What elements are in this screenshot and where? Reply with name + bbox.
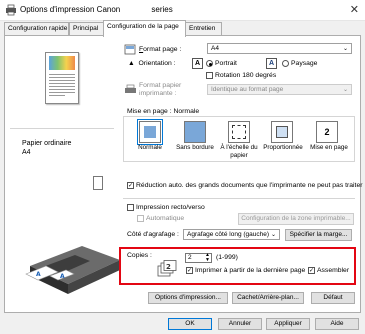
page-format-icon bbox=[124, 44, 136, 55]
divider bbox=[10, 128, 114, 129]
stamp-background-button[interactable]: Cachet/Arrière-plan... bbox=[232, 292, 304, 304]
layout-page-layout-icon[interactable]: 2 bbox=[316, 121, 338, 143]
layout-option-label: Sans bordure bbox=[176, 144, 214, 151]
layout-fit-to-paper-icon[interactable] bbox=[228, 121, 250, 143]
copies-range: (1-999) bbox=[216, 254, 238, 261]
portrait-radio[interactable] bbox=[206, 60, 213, 67]
paper-source-icon bbox=[93, 176, 103, 190]
chevron-down-icon: ⌄ bbox=[342, 46, 348, 52]
rotation-checkbox[interactable] bbox=[206, 72, 213, 79]
preview-image bbox=[49, 56, 75, 70]
layout-normal-icon[interactable] bbox=[137, 119, 163, 145]
collate-label: Assembler bbox=[317, 267, 350, 274]
printer-illustration-icon: A A bbox=[25, 246, 120, 294]
ok-button[interactable]: OK bbox=[168, 318, 212, 330]
cancel-button[interactable]: Annuler bbox=[218, 318, 262, 330]
paper-type-label: Papier ordinaire A4 bbox=[22, 140, 72, 156]
copies-label: Copies : bbox=[127, 252, 152, 259]
portrait-label: Portrait bbox=[215, 60, 237, 67]
reduction-label: Réduction auto. des grands documents que… bbox=[136, 182, 363, 189]
spinner-arrows-icon[interactable]: ▲ ▼ bbox=[205, 253, 210, 263]
divider bbox=[123, 198, 355, 199]
chevron-down-icon: ⌄ bbox=[342, 87, 348, 93]
collate-checkbox[interactable]: ✓ bbox=[308, 267, 315, 274]
help-button[interactable]: Aide bbox=[315, 318, 359, 330]
reverse-order-checkbox[interactable]: ✓ bbox=[186, 267, 193, 274]
page-format-label: Format page : bbox=[139, 46, 182, 53]
orientation-label: ▲ Orientation : bbox=[128, 60, 176, 67]
chevron-down-icon: ⌄ bbox=[270, 232, 276, 238]
stapling-select[interactable]: Agrafage côté long (gauche) ⌄ bbox=[183, 229, 280, 240]
copies-stack-icon: 2 bbox=[157, 260, 177, 277]
svg-text:A: A bbox=[60, 273, 65, 280]
stapling-label: Côté d'agrafage : bbox=[127, 231, 179, 238]
layout-label: Mise en page : Normale bbox=[127, 108, 200, 115]
margin-button[interactable]: Spécifier la marge... bbox=[285, 229, 352, 241]
duplex-auto-label: Automatique bbox=[146, 215, 185, 222]
duplex-auto-checkbox[interactable] bbox=[137, 215, 144, 222]
reverse-order-label: Imprimer à partir de la dernière page bbox=[195, 267, 306, 274]
apply-button[interactable]: Appliquer bbox=[266, 318, 310, 330]
landscape-icon: A bbox=[266, 58, 277, 69]
page-format-select[interactable]: A4 ⌄ bbox=[207, 43, 352, 54]
landscape-radio[interactable] bbox=[282, 60, 289, 67]
layout-scaled-icon[interactable] bbox=[271, 121, 293, 143]
rotation-label: Rotation 180 degrés bbox=[215, 72, 277, 79]
print-options-button[interactable]: Options d'impression... bbox=[148, 292, 228, 304]
printable-area-button[interactable]: Configuration de la zone imprimable... bbox=[238, 213, 354, 225]
printer-paper-select[interactable]: Identique au format page ⌄ bbox=[207, 84, 352, 95]
layout-option-label: Normale bbox=[138, 144, 162, 151]
copies-input[interactable]: 2 ▲ ▼ bbox=[185, 253, 212, 263]
printer-paper-label: Format papier imprimante : bbox=[139, 82, 182, 97]
duplex-checkbox[interactable] bbox=[127, 204, 134, 211]
close-icon[interactable]: ✕ bbox=[350, 3, 359, 16]
layout-option-label: Mise en page bbox=[310, 144, 348, 151]
layout-option-label: Proportionnée bbox=[263, 144, 303, 151]
svg-text:A: A bbox=[36, 271, 41, 278]
tab-configuration-page[interactable]: Configuration de la page bbox=[103, 20, 186, 37]
layout-option-label: À l'échelle du papier bbox=[220, 144, 258, 159]
printer-paper-icon bbox=[125, 84, 136, 93]
tab-entretien[interactable]: Entretien bbox=[185, 22, 222, 36]
tab-principal[interactable]: Principal bbox=[69, 22, 104, 36]
copies-highlight-box bbox=[119, 247, 356, 285]
duplex-label: Impression recto/verso bbox=[136, 204, 205, 211]
printer-app-icon bbox=[6, 4, 16, 16]
page-preview bbox=[12, 50, 114, 128]
layout-borderless-icon[interactable] bbox=[184, 121, 206, 143]
reduction-checkbox[interactable]: ✓ bbox=[127, 182, 134, 189]
tab-configuration-rapide[interactable]: Configuration rapide bbox=[4, 22, 69, 36]
title-bar: Options d'impression Canon XXXXX series … bbox=[0, 0, 365, 21]
landscape-label: Paysage bbox=[291, 60, 318, 67]
portrait-icon: A bbox=[192, 58, 203, 69]
preview-paper bbox=[45, 52, 79, 104]
svg-text:2: 2 bbox=[166, 263, 171, 271]
default-button[interactable]: Défaut bbox=[311, 292, 355, 304]
window-title: Options d'impression Canon XXXXX series bbox=[20, 5, 173, 14]
